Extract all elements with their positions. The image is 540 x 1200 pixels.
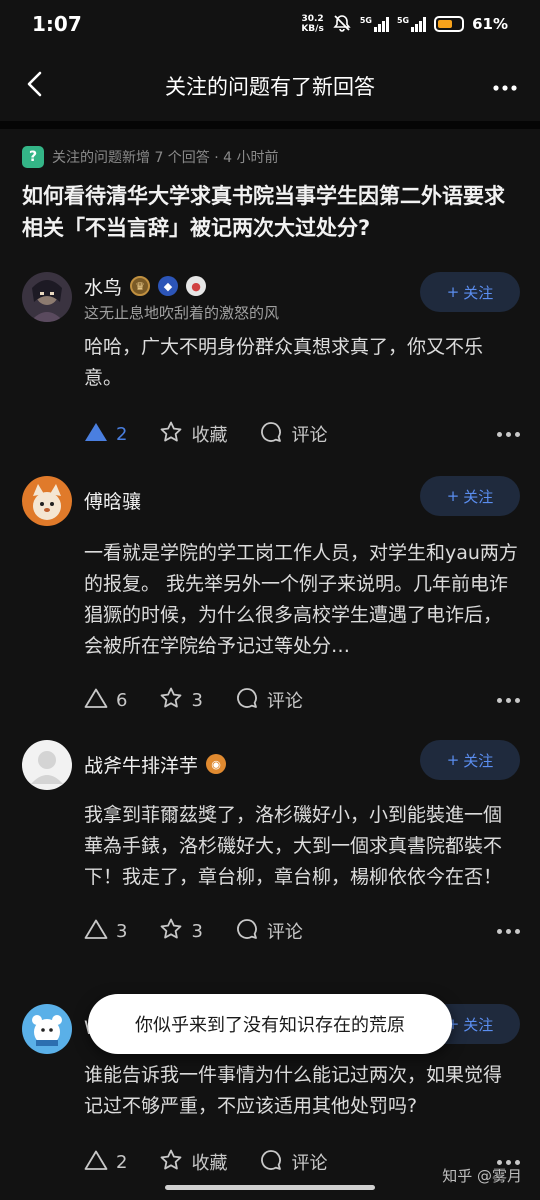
toast-message: 你似乎来到了没有知识存在的荒原 — [88, 994, 452, 1054]
avatar[interactable] — [22, 1004, 72, 1054]
signal-icon: 5G — [397, 16, 427, 32]
author-info: 水鸟 ♛ ◆ ● 这无止息地吹刮着的激怒的风 — [84, 272, 420, 323]
author-name[interactable]: 水鸟 — [84, 273, 122, 300]
upvote-count: 6 — [116, 689, 128, 711]
network-speed: 30.2 KB/s — [301, 14, 324, 34]
battery-percent: 61% — [472, 15, 508, 33]
star-icon — [159, 420, 183, 449]
comment-icon — [259, 1148, 283, 1177]
status-icons: 30.2 KB/s 5G 5G 61% — [301, 13, 508, 36]
upvote-button[interactable]: 2 — [84, 1149, 127, 1176]
answer-actions: 3 3 评论 — [84, 911, 520, 951]
answer-item[interactable]: 傅晗骧 + 关注 一看就是学院的学工岗工作人员，对学生和yau两方的报复。 我先… — [22, 476, 520, 720]
follow-button[interactable]: + 关注 — [420, 272, 520, 312]
answer-header: 战斧牛排洋芋 ◉ + 关注 — [22, 740, 520, 796]
answer-header: 傅晗骧 + 关注 — [22, 476, 520, 532]
back-button[interactable] — [0, 56, 70, 116]
answer-item[interactable]: 水鸟 ♛ ◆ ● 这无止息地吹刮着的激怒的风 + 关注 哈哈，广大不明身份群众真… — [22, 272, 520, 454]
follow-button[interactable]: + 关注 — [420, 740, 520, 780]
more-options-button[interactable] — [497, 928, 520, 934]
avatar[interactable] — [22, 272, 72, 322]
avatar[interactable] — [22, 740, 72, 790]
author-bio: 这无止息地吹刮着的激怒的风 — [84, 304, 280, 322]
collect-count: 3 — [191, 689, 203, 711]
answer-header: 水鸟 ♛ ◆ ● 这无止息地吹刮着的激怒的风 + 关注 — [22, 272, 520, 328]
upvote-count: 2 — [116, 1151, 128, 1173]
collect-button[interactable]: 收藏 — [159, 1148, 227, 1177]
collect-button[interactable]: 3 — [159, 917, 203, 946]
star-icon — [159, 917, 183, 946]
collect-button[interactable]: 3 — [159, 686, 203, 715]
page-title: 关注的问题有了新回答 — [165, 75, 375, 99]
author-name[interactable]: 战斧牛排洋芋 — [84, 751, 198, 778]
comment-icon — [235, 686, 259, 715]
answer-actions: 2 收藏 评论 — [84, 414, 520, 454]
star-icon — [159, 1148, 183, 1177]
upvote-button[interactable]: 2 — [84, 421, 127, 448]
comment-icon — [235, 917, 259, 946]
triangle-up-icon — [84, 687, 108, 714]
more-horizontal-icon — [492, 77, 518, 96]
plus-icon: + — [446, 283, 460, 301]
author-info: 傅晗骧 — [84, 476, 420, 514]
nav-bar: 关注的问题有了新回答 — [0, 56, 540, 116]
comment-button[interactable]: 评论 — [235, 686, 303, 715]
question-meta-text: 关注的问题新增 7 个回答 · 4 小时前 — [52, 150, 279, 166]
follow-button[interactable]: + 关注 — [420, 476, 520, 516]
divider — [0, 121, 540, 129]
more-button[interactable] — [470, 56, 540, 116]
upvote-count: 3 — [116, 920, 128, 942]
answer-actions: 6 3 评论 — [84, 680, 520, 720]
comment-button[interactable]: 评论 — [259, 1148, 327, 1177]
question-title[interactable]: 如何看待清华大学求真书院当事学生因第二外语要求相关「不当言辞」被记两次大过处分? — [22, 180, 522, 244]
answer-item[interactable]: 战斧牛排洋芋 ◉ + 关注 我拿到菲爾茲獎了，洛杉磯好小，小到能裝進一個華為手錶… — [22, 740, 520, 951]
answer-excerpt[interactable]: 谁能告诉我一件事情为什么能记过两次，如果觉得记过不够严重，不应该适用其他处罚吗? — [84, 1060, 520, 1122]
eye-badge-icon: ◉ — [206, 754, 227, 774]
battery-fill — [438, 20, 452, 28]
mute-icon — [332, 13, 352, 36]
status-time: 1:07 — [32, 12, 82, 36]
collect-count: 3 — [191, 920, 203, 942]
game-badge-icon: ● — [186, 276, 207, 296]
signal-icon: 5G — [360, 16, 389, 32]
question-meta: ? 关注的问题新增 7 个回答 · 4 小时前 — [22, 146, 522, 168]
author-info: 战斧牛排洋芋 ◉ — [84, 740, 420, 778]
upvote-button[interactable]: 3 — [84, 918, 127, 945]
author-name[interactable]: 傅晗骧 — [84, 487, 141, 514]
upvote-count: 2 — [116, 423, 128, 445]
triangle-up-icon — [84, 918, 108, 945]
plus-icon: + — [446, 487, 460, 505]
chevron-left-icon — [24, 70, 46, 102]
comment-icon — [259, 420, 283, 449]
crown-badge-icon: ♛ — [130, 276, 151, 296]
battery-icon — [434, 16, 465, 32]
more-options-button[interactable] — [497, 1159, 520, 1165]
upvote-button[interactable]: 6 — [84, 687, 127, 714]
triangle-up-icon — [84, 1149, 108, 1176]
comment-button[interactable]: 评论 — [259, 420, 327, 449]
question-badge-icon: ? — [22, 146, 44, 168]
answer-excerpt[interactable]: 我拿到菲爾茲獎了，洛杉磯好小，小到能裝進一個華為手錶，洛杉磯好大，大到一個求真書… — [84, 800, 520, 893]
question-header[interactable]: ? 关注的问题新增 7 个回答 · 4 小时前 如何看待清华大学求真书院当事学生… — [22, 146, 522, 244]
more-options-button[interactable] — [497, 697, 520, 703]
star-icon — [159, 686, 183, 715]
more-options-button[interactable] — [497, 431, 520, 437]
status-bar: 1:07 30.2 KB/s 5G 5G 61% — [0, 0, 540, 48]
avatar[interactable] — [22, 476, 72, 526]
comment-button[interactable]: 评论 — [235, 917, 303, 946]
triangle-up-filled-icon — [84, 421, 108, 448]
home-indicator[interactable] — [165, 1185, 375, 1190]
plus-icon: + — [446, 751, 460, 769]
collect-button[interactable]: 收藏 — [159, 420, 227, 449]
answer-excerpt[interactable]: 哈哈，广大不明身份群众真想求真了，你又不乐意。 — [84, 332, 520, 394]
watermark: 知乎 @雾月 — [442, 1167, 522, 1185]
answer-excerpt[interactable]: 一看就是学院的学工岗工作人员，对学生和yau两方的报复。 我先举另外一个例子来说… — [84, 538, 520, 662]
diamond-badge-icon: ◆ — [158, 276, 179, 296]
